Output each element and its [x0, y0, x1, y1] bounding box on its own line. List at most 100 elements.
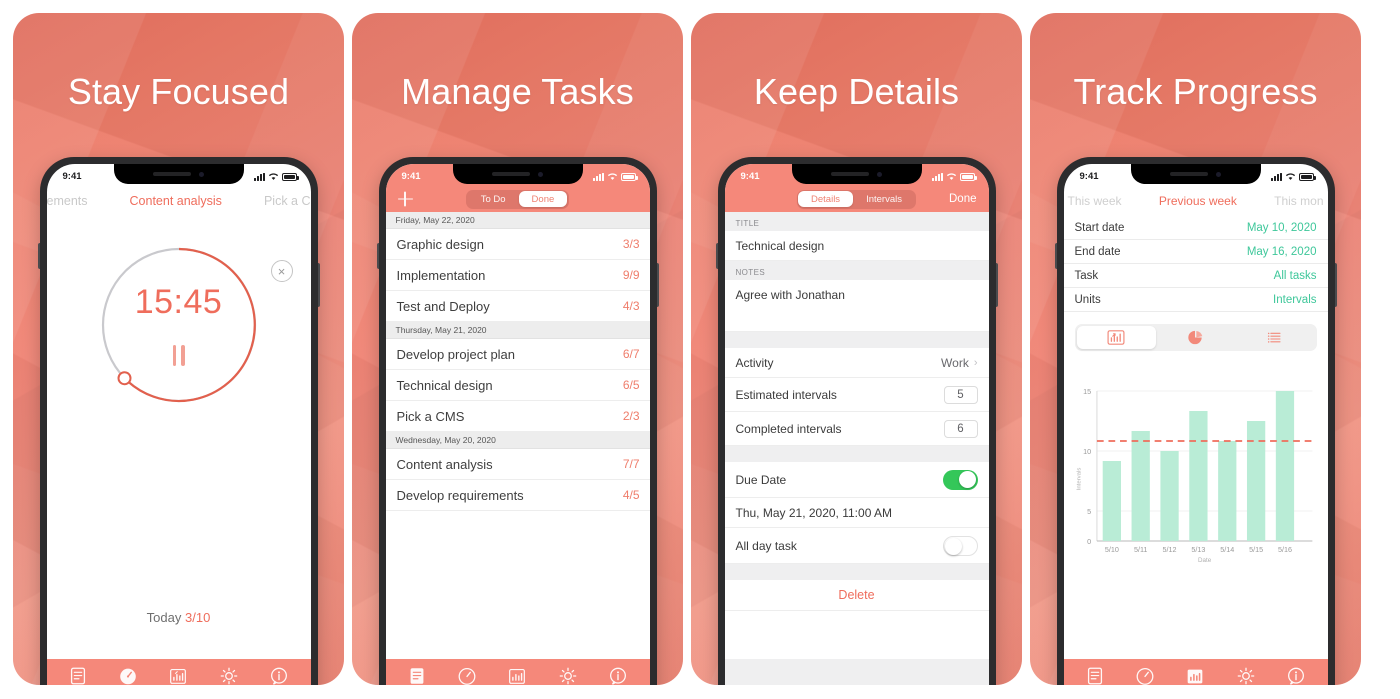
task-chip-prev[interactable]: ements: [47, 194, 88, 208]
task-chip-current[interactable]: Content analysis: [130, 194, 222, 208]
estimated-intervals-row[interactable]: Estimated intervals 5: [724, 378, 989, 412]
panel-manage-tasks: Manage Tasks 9:41 To Do Done Friday, May…: [352, 13, 683, 685]
segment-todo[interactable]: To Do: [468, 191, 519, 207]
tab-previous-week[interactable]: Previous week: [1159, 194, 1237, 208]
tab-chart-icon[interactable]: [506, 665, 528, 685]
segment-done[interactable]: Done: [518, 191, 568, 207]
task-title: Develop project plan: [396, 346, 516, 362]
table-row[interactable]: Units Intervals: [1063, 288, 1328, 312]
tab-bar[interactable]: [46, 659, 311, 685]
due-date-row[interactable]: Due Date: [724, 462, 989, 498]
done-button[interactable]: Done: [949, 193, 977, 205]
completed-intervals-row[interactable]: Completed intervals 6: [724, 412, 989, 446]
title-field[interactable]: Technical design: [724, 231, 989, 261]
table-row[interactable]: Content analysis 7/7: [385, 449, 650, 480]
task-title: Graphic design: [396, 236, 484, 252]
tab-timer-icon[interactable]: [456, 665, 478, 685]
due-date-value: Thu, May 21, 2020, 11:00 AM: [735, 505, 893, 520]
task-title: Implementation: [396, 267, 486, 283]
tab-info-icon[interactable]: [607, 665, 629, 685]
bar-chart-icon[interactable]: [1076, 326, 1156, 349]
title-value: Technical design: [735, 238, 825, 253]
battery-icon: [959, 173, 977, 181]
tab-bar[interactable]: [385, 659, 650, 685]
tab-timer-icon[interactable]: [117, 665, 139, 685]
summary-label: Task: [1074, 269, 1099, 282]
quantity-stepper[interactable]: 6: [943, 419, 978, 438]
delete-button[interactable]: Delete: [724, 580, 989, 611]
task-title: Content analysis: [396, 456, 493, 472]
all-day-task-row[interactable]: All day task: [724, 528, 989, 564]
table-row[interactable]: Technical design 6/5: [385, 370, 650, 401]
all-day-task-toggle[interactable]: [942, 535, 978, 556]
task-count: 4/3: [622, 299, 640, 313]
phone-frame: 9:41 ements Content analysis Pick a C ×: [37, 157, 320, 685]
tab-bar[interactable]: [1063, 659, 1328, 685]
due-date-value-row[interactable]: Thu, May 21, 2020, 11:00 AM: [724, 498, 989, 528]
tab-info-icon[interactable]: [1285, 665, 1307, 685]
tab-gear-icon[interactable]: [218, 665, 240, 685]
phone-screen: 9:41 To Do Done Friday, May 22, 2020 Gra…: [385, 164, 650, 685]
activity-value-wrap: Work ›: [941, 356, 977, 370]
tab-chart-icon[interactable]: [1184, 665, 1206, 685]
panel-track-progress: Track Progress 9:41 This week Previous w…: [1030, 13, 1361, 685]
svg-text:5/14: 5/14: [1220, 545, 1234, 554]
status-indicators: [931, 172, 977, 181]
todo-done-segmented-control[interactable]: To Do Done: [466, 189, 569, 209]
table-row[interactable]: Test and Deploy 4/3: [385, 291, 650, 322]
add-task-button[interactable]: [397, 191, 413, 207]
svg-text:5/13: 5/13: [1191, 545, 1205, 554]
tab-timer-icon[interactable]: [1134, 665, 1156, 685]
svg-text:15: 15: [1083, 387, 1091, 396]
table-row[interactable]: Start date May 10, 2020: [1063, 216, 1328, 240]
svg-text:0: 0: [1087, 537, 1091, 546]
timer-dial[interactable]: 15:45: [95, 241, 263, 409]
front-camera: [199, 171, 204, 177]
svg-text:10: 10: [1083, 447, 1091, 456]
panel-headline: Stay Focused: [67, 71, 290, 112]
wifi-icon: [607, 172, 617, 180]
due-date-toggle[interactable]: [942, 469, 978, 490]
tab-gear-icon[interactable]: [557, 665, 579, 685]
tab-info-icon[interactable]: [268, 665, 290, 685]
summary-value: All tasks: [1273, 269, 1317, 282]
notes-field[interactable]: Agree with Jonathan: [724, 280, 989, 332]
today-progress: Today 3/10: [47, 610, 311, 625]
table-row[interactable]: Pick a CMS 2/3: [385, 401, 650, 432]
table-row[interactable]: Task All tasks: [1063, 264, 1328, 288]
period-tabs[interactable]: This week Previous week This mon: [1064, 186, 1328, 216]
tab-this-week[interactable]: This week: [1068, 194, 1122, 208]
front-camera: [877, 171, 882, 177]
tab-list-icon[interactable]: [406, 665, 428, 685]
pause-icon[interactable]: [95, 345, 263, 366]
tab-gear-icon[interactable]: [1235, 665, 1257, 685]
list-icon[interactable]: [1235, 326, 1314, 349]
front-camera: [1216, 171, 1221, 177]
segment-intervals[interactable]: Intervals: [853, 191, 915, 207]
pie-chart-icon[interactable]: [1156, 326, 1235, 349]
quantity-stepper[interactable]: 5: [943, 385, 978, 404]
speaker-grille: [492, 172, 530, 176]
table-row[interactable]: Graphic design 3/3: [385, 229, 650, 260]
table-row[interactable]: Develop requirements 4/5: [385, 480, 650, 511]
task-chip-next[interactable]: Pick a C: [264, 194, 311, 208]
task-count: 7/7: [622, 457, 640, 471]
close-icon[interactable]: ×: [270, 260, 293, 282]
table-row[interactable]: Develop project plan 6/7: [385, 339, 650, 370]
table-row[interactable]: End date May 16, 2020: [1063, 240, 1328, 264]
chart-type-segmented-control[interactable]: [1074, 324, 1317, 351]
details-intervals-segmented-control[interactable]: Details Intervals: [796, 189, 917, 209]
tab-list-icon[interactable]: [1084, 665, 1106, 685]
front-camera: [538, 171, 543, 177]
tab-this-month[interactable]: This mon: [1274, 194, 1323, 208]
interval-bar-chart: 15 10 5 0 Intervals 5/10 5/11 5/12 5/13 …: [1070, 369, 1322, 565]
phone-screen: 9:41 ements Content analysis Pick a C ×: [46, 164, 311, 685]
table-row[interactable]: Implementation 9/9: [385, 260, 650, 291]
activity-row[interactable]: Activity Work ›: [724, 348, 989, 378]
task-switcher-strip[interactable]: ements Content analysis Pick a C: [47, 186, 311, 217]
tab-chart-icon[interactable]: [167, 665, 189, 685]
tab-list-icon[interactable]: [67, 665, 89, 685]
segment-details[interactable]: Details: [798, 191, 854, 207]
task-title: Pick a CMS: [396, 408, 465, 424]
task-title: Technical design: [396, 377, 493, 393]
